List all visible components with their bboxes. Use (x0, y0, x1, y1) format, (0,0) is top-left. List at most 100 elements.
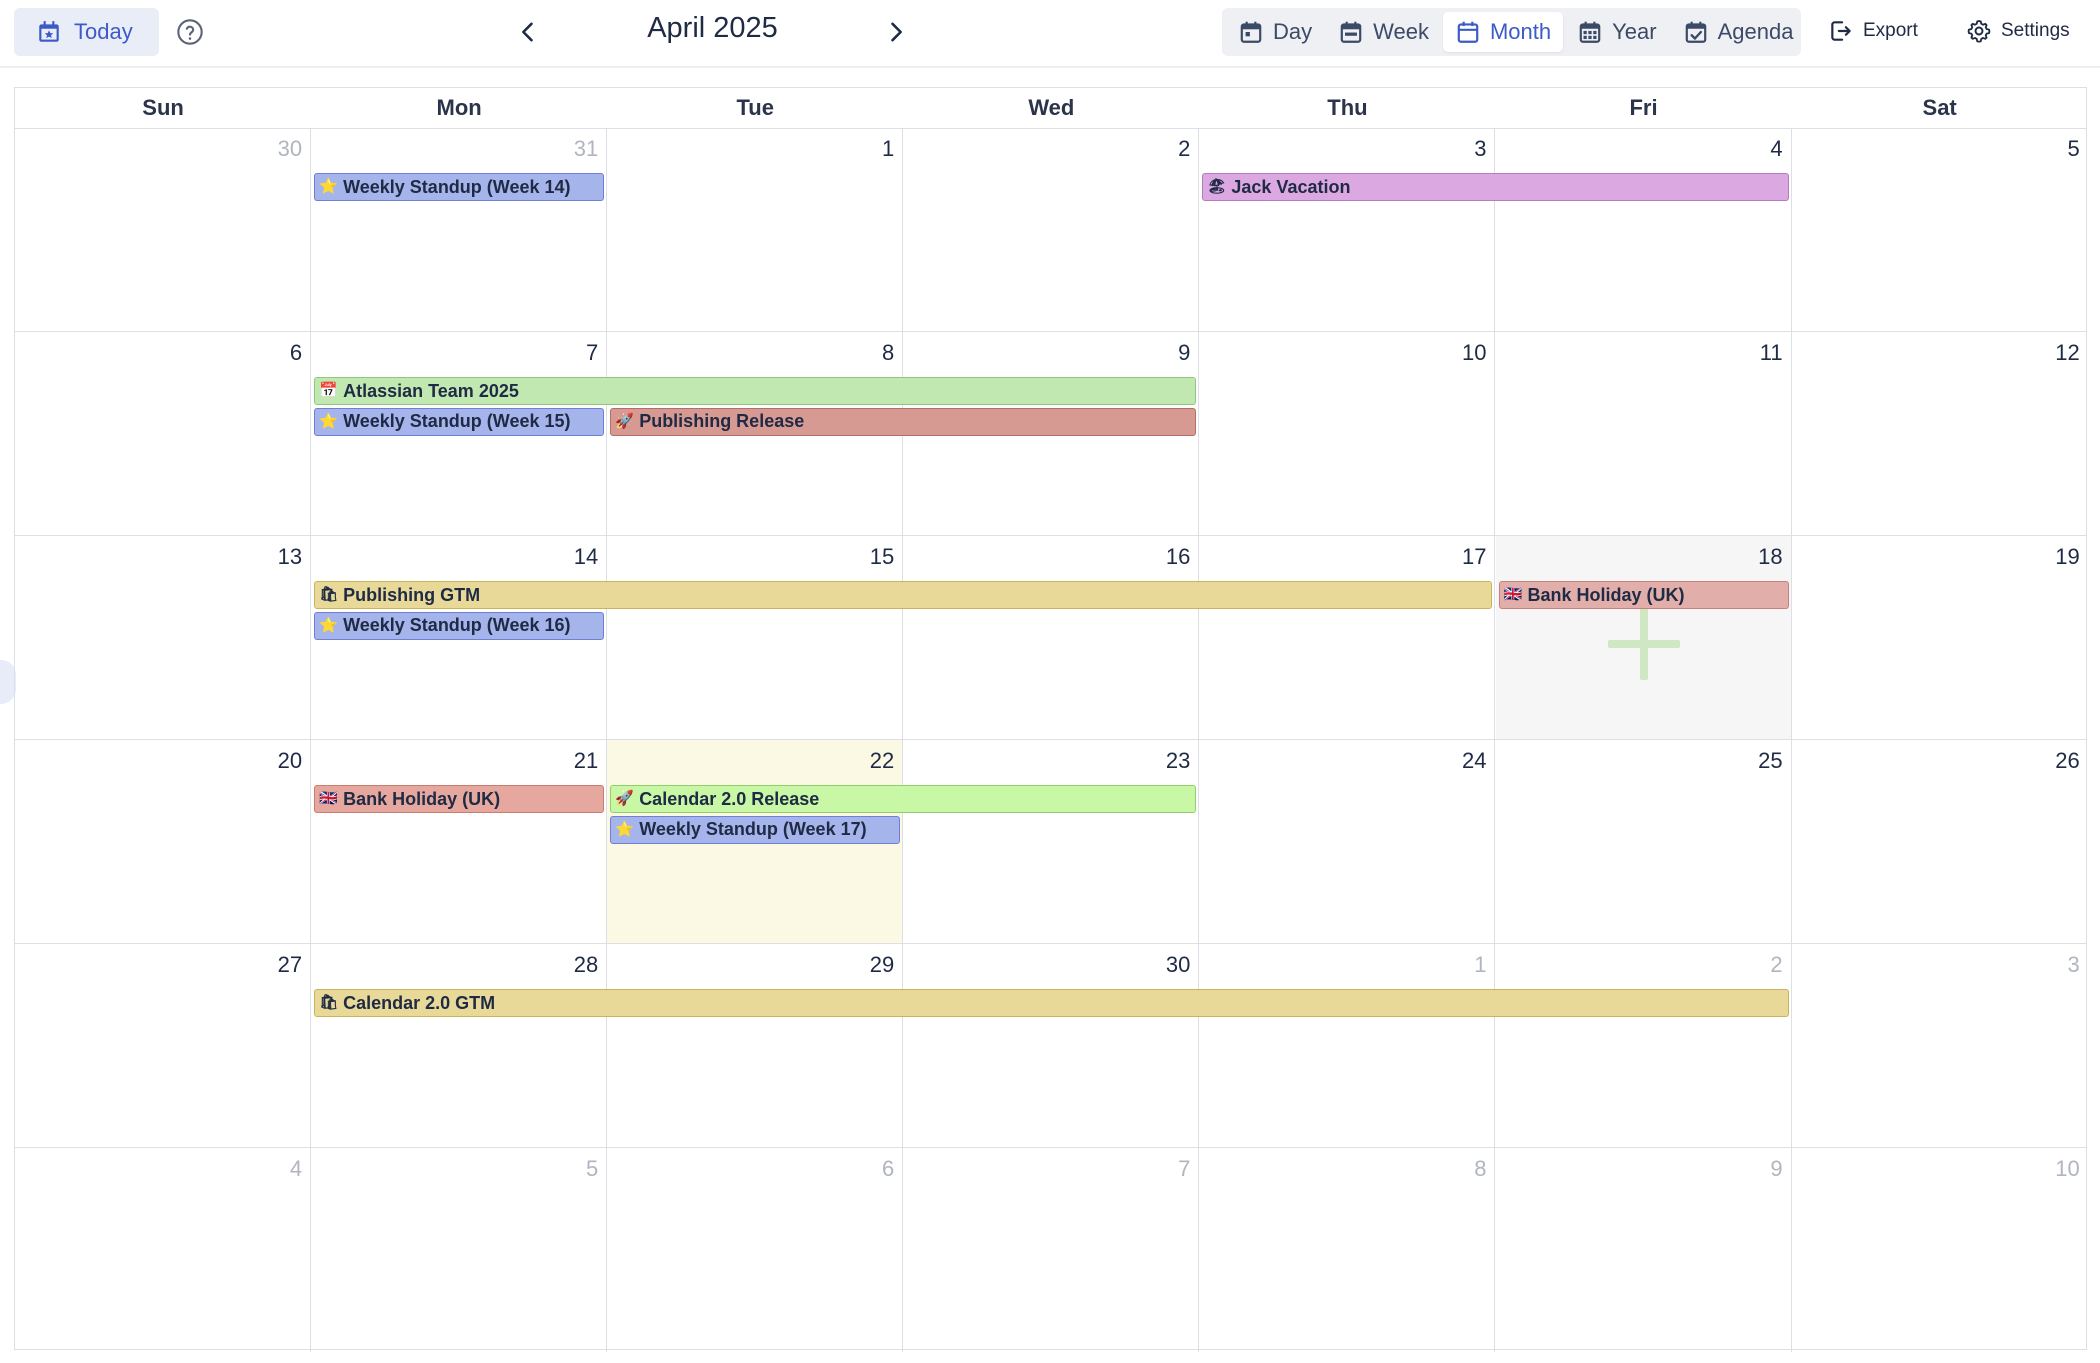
event-title: Publishing GTM (343, 584, 481, 605)
day-cell[interactable]: 12 (1792, 332, 2088, 535)
day-cell[interactable]: 4 (1496, 128, 1792, 331)
calendar-event[interactable]: ⭐ Weekly Standup (Week 16) (314, 611, 605, 640)
day-cell[interactable]: 17 (1199, 536, 1496, 739)
calendar-month-icon (1457, 21, 1479, 43)
calendar-event[interactable]: 🛍 Publishing GTM (314, 581, 1493, 609)
view-month-button[interactable]: Month (1442, 12, 1564, 52)
calendar-check-icon (1685, 21, 1706, 43)
view-switcher: Day Week Month Year Agenda (1222, 8, 1801, 56)
weekday-wed: Wed (1028, 95, 1075, 120)
day-cell[interactable]: 29 (607, 944, 904, 1147)
day-cell[interactable]: 9 (1496, 1148, 1792, 1352)
event-emoji-icon: 📅 (319, 382, 338, 399)
day-number: 26 (2055, 748, 2080, 773)
day-cell[interactable]: 13 (15, 536, 312, 739)
day-number: 24 (1462, 748, 1487, 773)
calendar-event[interactable]: 🏖 Jack Vacation (1202, 173, 1789, 201)
event-title: Publishing Release (639, 411, 805, 431)
calendar-week-icon (1340, 21, 1362, 43)
day-number: 31 (573, 136, 599, 161)
day-cell[interactable]: 6 (15, 332, 312, 535)
calendar-event[interactable]: 📅 Atlassian Team 2025 (314, 377, 1197, 405)
day-number: 2 (1178, 136, 1191, 161)
day-number: 27 (277, 952, 303, 977)
day-number: 7 (1178, 1156, 1191, 1181)
week-row: 27 28 29 30 1 2 3 🛍 Calendar 2.0 GTM (15, 944, 2086, 1148)
view-agenda-button[interactable]: Agenda (1671, 12, 1806, 52)
view-year-button[interactable]: Year (1565, 12, 1668, 52)
day-cell[interactable]: 20 (15, 740, 312, 943)
day-number: 25 (1758, 748, 1783, 773)
day-cell[interactable]: 10 (1792, 1148, 2088, 1352)
day-cell[interactable]: 19 (1792, 536, 2088, 739)
event-title: Atlassian Team 2025 (343, 380, 519, 401)
day-number: 16 (1165, 544, 1191, 569)
day-cell[interactable]: 28 (311, 944, 608, 1147)
add-event-plus-icon[interactable] (1604, 604, 1684, 684)
month-grid: Sun Mon Tue Wed Thu Fri Sat 30 31 1 2 3 4 5 ⭐ Weekly S… (14, 87, 2088, 1352)
day-cell[interactable]: 18 (1495, 536, 1792, 739)
weekday-header: Sun Mon Tue Wed Thu Fri Sat (15, 88, 2086, 129)
day-cell[interactable]: 1 (1199, 944, 1496, 1147)
day-number: 11 (1759, 340, 1783, 365)
settings-button[interactable]: Settings (1966, 18, 2070, 44)
day-cell[interactable]: 7 (903, 1148, 1200, 1352)
day-cell[interactable]: 27 (15, 944, 312, 1147)
day-number: 10 (1462, 340, 1487, 365)
calendar-event[interactable]: 🛍 Calendar 2.0 GTM (314, 989, 1789, 1017)
day-cell[interactable]: 2 (903, 128, 1200, 331)
day-cell[interactable]: 3 (1199, 128, 1496, 331)
event-title: Weekly Standup (Week 17) (639, 819, 867, 839)
next-month-button[interactable] (882, 18, 910, 46)
calendar-event[interactable]: 🚀 Calendar 2.0 Release (610, 785, 1197, 813)
week-row: 13 14 15 16 17 18 19 🛍 Publishing GTM 🇬🇧 Bank Holi… (15, 536, 2086, 740)
event-emoji-icon: 🇬🇧 (319, 790, 338, 807)
event-emoji-icon: 🏖 (1207, 178, 1227, 195)
day-cell[interactable]: 3 (1792, 944, 2088, 1147)
day-cell[interactable]: 5 (1792, 128, 2088, 331)
day-cell[interactable]: 31 (311, 128, 608, 331)
calendar-event[interactable]: ⭐ Weekly Standup (Week 17) (610, 815, 901, 844)
day-cell[interactable]: 10 (1199, 332, 1496, 535)
calendar-event[interactable]: 🇬🇧 Bank Holiday (UK) (314, 785, 605, 813)
help-icon[interactable] (176, 18, 204, 46)
day-cell[interactable]: 25 (1496, 740, 1792, 943)
day-number: 15 (869, 544, 895, 569)
day-cell[interactable]: 1 (607, 128, 904, 331)
export-button[interactable]: Export (1828, 18, 1918, 44)
today-button[interactable]: Today (14, 8, 159, 56)
view-day-button[interactable]: Day (1226, 12, 1324, 52)
calendar-year-icon (1579, 21, 1601, 43)
day-cell[interactable]: 26 (1792, 740, 2088, 943)
day-cell[interactable]: 15 (607, 536, 904, 739)
day-cell[interactable]: 11 (1496, 332, 1792, 535)
view-day-label: Day (1273, 19, 1313, 44)
view-week-button[interactable]: Week (1326, 12, 1441, 52)
event-emoji-icon: ⭐ (319, 178, 338, 195)
weekday-sun: Sun (142, 95, 184, 120)
day-number: 9 (1770, 1156, 1783, 1181)
day-number: 3 (1474, 136, 1487, 161)
day-number: 7 (585, 340, 599, 365)
day-cell[interactable]: 23 (903, 740, 1200, 943)
previous-month-button[interactable] (514, 18, 542, 46)
day-cell[interactable]: 30 (15, 128, 312, 331)
day-number: 12 (2055, 340, 2080, 365)
calendar-event[interactable]: ⭐ Weekly Standup (Week 14) (314, 173, 605, 201)
day-cell[interactable]: 24 (1199, 740, 1496, 943)
calendar-event[interactable]: ⭐ Weekly Standup (Week 15) (314, 407, 605, 436)
day-cell[interactable]: 6 (607, 1148, 904, 1352)
day-cell[interactable]: 16 (903, 536, 1200, 739)
calendar-event[interactable]: 🚀 Publishing Release (610, 407, 1197, 436)
day-number: 21 (573, 748, 599, 773)
day-cell[interactable]: 21 (311, 740, 608, 943)
day-cell[interactable]: 4 (15, 1148, 312, 1352)
day-cell[interactable]: 2 (1496, 944, 1792, 1147)
day-cell[interactable]: 8 (1199, 1148, 1496, 1352)
day-number: 4 (289, 1156, 303, 1181)
calendar-event[interactable]: 🇬🇧 Bank Holiday (UK) (1498, 581, 1789, 609)
day-number: 5 (2067, 136, 2080, 161)
day-cell[interactable]: 5 (311, 1148, 608, 1352)
day-cell[interactable]: 30 (903, 944, 1200, 1147)
calendar-day-icon (1240, 21, 1262, 43)
